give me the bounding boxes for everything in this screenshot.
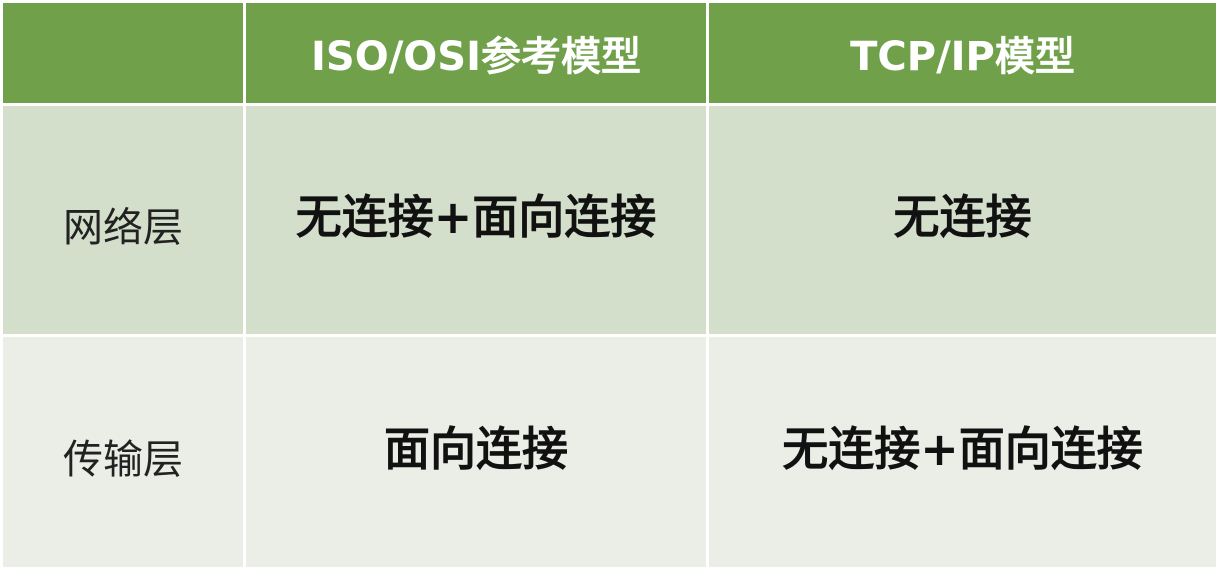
row-label-transport-layer: 传输层 bbox=[3, 336, 243, 567]
cell-network-iso-osi: 无连接+面向连接 bbox=[246, 106, 706, 334]
header-corner-cell bbox=[3, 3, 243, 104]
row-label-network-layer: 网络层 bbox=[3, 106, 243, 334]
table-row: 网络层 无连接+面向连接 无连接 bbox=[3, 106, 1216, 334]
cell-network-tcp-ip: 无连接 bbox=[709, 106, 1216, 334]
cell-transport-tcp-ip: 无连接+面向连接 bbox=[709, 336, 1216, 567]
comparison-table-container: ISO/OSI参考模型 TCP/IP模型 网络层 无连接+面向连接 无连接 传输… bbox=[0, 0, 1219, 578]
header-iso-osi: ISO/OSI参考模型 bbox=[246, 3, 706, 104]
cell-transport-iso-osi: 面向连接 bbox=[246, 336, 706, 567]
table-row: 传输层 面向连接 无连接+面向连接 bbox=[3, 336, 1216, 567]
header-tcp-ip: TCP/IP模型 bbox=[709, 3, 1216, 104]
model-comparison-table: ISO/OSI参考模型 TCP/IP模型 网络层 无连接+面向连接 无连接 传输… bbox=[0, 0, 1219, 570]
table-header-row: ISO/OSI参考模型 TCP/IP模型 bbox=[3, 3, 1216, 104]
